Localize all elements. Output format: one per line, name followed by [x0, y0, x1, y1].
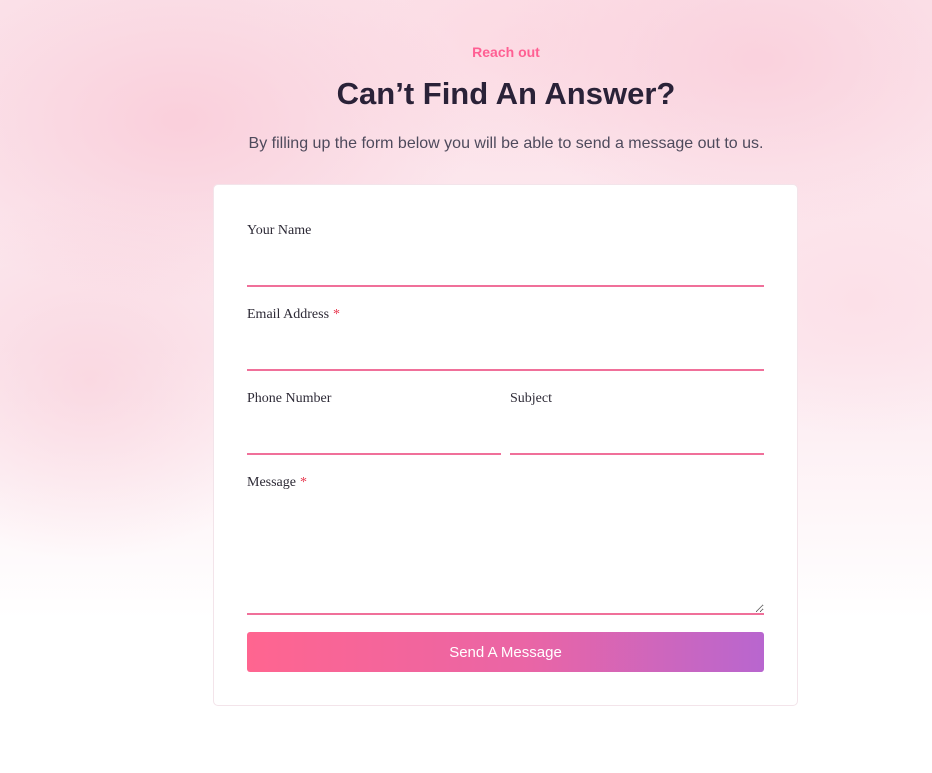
contact-section: Reach out Can’t Find An Answer? By filli… — [0, 0, 932, 773]
section-eyebrow: Reach out — [472, 44, 540, 60]
send-message-button[interactable]: Send A Message — [247, 632, 764, 672]
phone-label: Phone Number — [247, 391, 501, 407]
contact-form: Your Name Email Address * Phone Number Su… — [213, 184, 798, 706]
phone-input[interactable] — [247, 421, 501, 455]
name-label: Your Name — [247, 223, 764, 239]
message-label-text: Message — [247, 475, 296, 490]
subject-input[interactable] — [510, 421, 764, 455]
subject-label: Subject — [510, 391, 764, 407]
message-textarea[interactable] — [247, 497, 764, 615]
email-field: Email Address * — [247, 307, 764, 371]
name-input[interactable] — [247, 253, 764, 287]
email-label: Email Address * — [247, 307, 764, 323]
name-label-text: Your Name — [247, 223, 312, 238]
name-field: Your Name — [247, 223, 764, 287]
required-mark: * — [333, 307, 341, 322]
phone-field: Phone Number — [247, 391, 501, 455]
email-label-text: Email Address — [247, 307, 330, 322]
subject-field: Subject — [510, 391, 764, 455]
section-title: Can’t Find An Answer? — [336, 76, 676, 111]
section-subtitle: By filling up the form below you will be… — [248, 135, 764, 152]
subject-label-text: Subject — [510, 391, 552, 406]
phone-label-text: Phone Number — [247, 391, 332, 406]
email-input[interactable] — [247, 337, 764, 371]
required-mark: * — [300, 475, 307, 490]
message-label: Message * — [247, 475, 764, 491]
message-field: Message * — [247, 475, 764, 615]
